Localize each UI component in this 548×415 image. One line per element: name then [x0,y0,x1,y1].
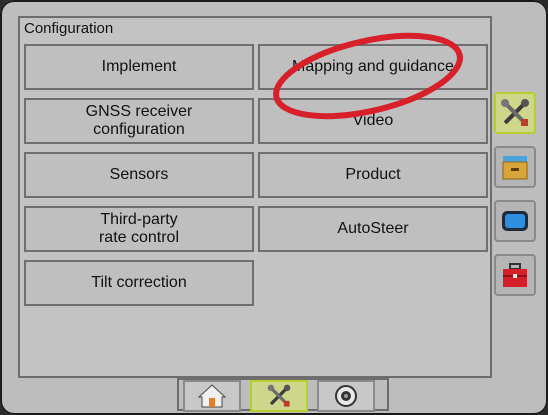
display-icon [502,211,528,231]
sidebar-item-data[interactable] [494,146,536,188]
video-button[interactable]: Video [258,98,488,144]
home-icon [197,384,227,408]
tab-camera[interactable] [317,380,375,412]
sidebar-item-tools[interactable] [494,92,536,134]
gnss-receiver-configuration-button[interactable]: GNSS receiver configuration [24,98,254,144]
tab-configuration[interactable] [250,380,308,412]
sensors-button[interactable]: Sensors [24,152,254,198]
product-button[interactable]: Product [258,152,488,198]
mapping-and-guidance-button[interactable]: Mapping and guidance [258,44,488,90]
third-party-rate-control-button[interactable]: Third-party rate control [24,206,254,252]
autosteer-button[interactable]: AutoSteer [258,206,488,252]
implement-button[interactable]: Implement [24,44,254,90]
sidebar-item-toolbox[interactable] [494,254,536,296]
tools-icon [267,384,291,407]
tilt-correction-button[interactable]: Tilt correction [24,260,254,306]
sidebar-item-display[interactable] [494,200,536,242]
tools-icon [501,99,529,126]
file-drawer-icon [502,156,528,180]
toolbox-icon [503,263,527,287]
panel-title: Configuration [24,20,114,37]
camera-icon [335,385,357,407]
tab-home[interactable] [183,380,241,412]
